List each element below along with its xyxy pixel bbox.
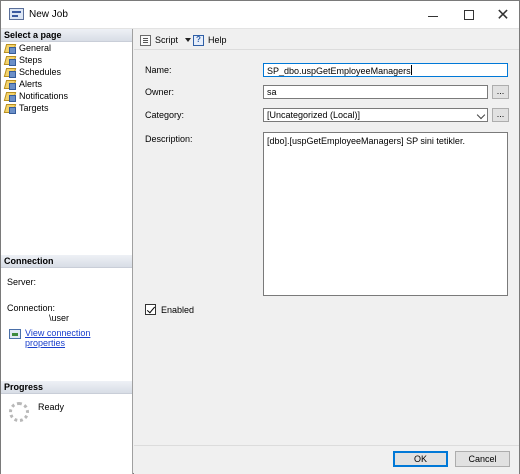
dialog-footer: OK Cancel: [134, 445, 519, 474]
connection-value: \user: [49, 313, 70, 323]
new-job-dialog: New Job ✕ Select a page General Steps Sc…: [0, 0, 520, 474]
maximize-button[interactable]: [451, 1, 487, 29]
owner-label: Owner:: [145, 87, 175, 97]
help-button[interactable]: Help: [193, 33, 227, 47]
enabled-checkbox[interactable]: [145, 304, 156, 315]
minimize-button[interactable]: [415, 1, 451, 29]
name-value: SP_dbo.uspGetEmployeeManagers: [267, 66, 411, 76]
script-icon: [140, 34, 151, 46]
cancel-button[interactable]: Cancel: [455, 451, 510, 467]
page-item-notifications[interactable]: Notifications: [4, 90, 130, 102]
wrench-icon: [4, 43, 16, 54]
description-textarea[interactable]: [dbo].[uspGetEmployeeManagers] SP sini t…: [263, 132, 508, 296]
category-browse-button[interactable]: ...: [492, 108, 509, 122]
category-value: [Uncategorized (Local)]: [267, 110, 361, 120]
page-item-targets[interactable]: Targets: [4, 102, 130, 114]
page-item-label: Notifications: [19, 91, 69, 101]
toolbar: Script Help: [134, 29, 519, 50]
category-label: Category:: [145, 110, 185, 120]
close-button[interactable]: ✕: [485, 1, 520, 29]
page-list: General Steps Schedules Alerts Notificat…: [4, 42, 130, 114]
help-icon: [193, 34, 204, 46]
script-label: Script: [155, 35, 179, 45]
name-input[interactable]: SP_dbo.uspGetEmployeeManagers: [263, 63, 508, 77]
wrench-icon: [4, 55, 16, 66]
page-item-general[interactable]: General: [4, 42, 130, 54]
progress-status: Ready: [38, 402, 65, 412]
description-label: Description:: [145, 134, 193, 144]
wrench-icon: [4, 103, 16, 114]
page-item-label: Targets: [19, 103, 49, 113]
page-item-schedules[interactable]: Schedules: [4, 66, 130, 78]
maximize-icon: [464, 10, 474, 20]
wrench-icon: [4, 79, 16, 90]
page-item-label: Schedules: [19, 67, 62, 77]
window-title: New Job: [29, 9, 68, 20]
connection-label: Connection:: [7, 303, 56, 313]
page-item-steps[interactable]: Steps: [4, 54, 130, 66]
view-connection-properties-link[interactable]: View connection properties: [25, 328, 132, 348]
script-button[interactable]: Script: [140, 33, 192, 47]
left-panel: Select a page General Steps Schedules Al…: [1, 29, 133, 474]
progress-spinner-icon: [9, 402, 29, 422]
text-cursor: [410, 65, 412, 75]
owner-browse-button[interactable]: ...: [492, 85, 509, 99]
select-page-header: Select a page: [1, 29, 132, 42]
chevron-down-icon: [476, 110, 486, 120]
app-icon: [9, 8, 24, 20]
enabled-label: Enabled: [161, 305, 195, 315]
ok-button[interactable]: OK: [393, 451, 448, 467]
help-label: Help: [208, 35, 227, 45]
minimize-icon: [428, 15, 438, 17]
general-page: Name: SP_dbo.uspGetEmployeeManagers Owne…: [134, 50, 519, 445]
category-select[interactable]: [Uncategorized (Local)]: [263, 108, 488, 122]
page-item-label: Alerts: [19, 79, 43, 89]
page-item-alerts[interactable]: Alerts: [4, 78, 130, 90]
connection-header: Connection: [1, 255, 132, 268]
owner-input[interactable]: sa: [263, 85, 488, 99]
title-bar[interactable]: New Job ✕: [1, 1, 519, 29]
connection-properties-icon: [9, 329, 21, 339]
wrench-icon: [4, 67, 16, 78]
wrench-icon: [4, 91, 16, 102]
page-item-label: General: [19, 43, 52, 53]
page-item-label: Steps: [19, 55, 43, 65]
server-label: Server:: [7, 277, 37, 287]
chevron-down-icon[interactable]: [185, 38, 192, 42]
progress-header: Progress: [1, 381, 132, 394]
name-label: Name:: [145, 65, 172, 75]
close-icon: ✕: [496, 7, 510, 24]
